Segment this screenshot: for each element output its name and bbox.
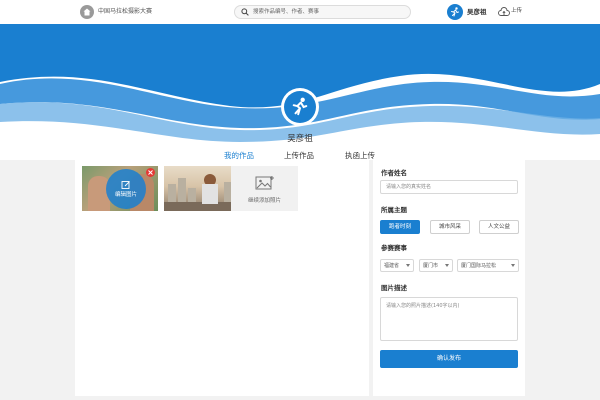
confirm-publish-button[interactable]: 确认发布 [380,350,518,368]
runner-icon [292,97,308,116]
description-textarea[interactable]: 请输入您的照片描述(140字以内) [380,297,518,341]
chevron-down-icon [511,264,515,267]
image-add-icon [255,176,274,190]
upload-link[interactable]: 上传 [498,5,528,19]
profile-banner: 吴彦祖 我的作品 上传作品 执函上传 [0,24,600,160]
search-input[interactable]: 搜索作品编号、作者、赛事 [234,5,411,19]
theme-option-city[interactable]: 城市风采 [430,220,470,234]
author-name-label: 作者姓名 [381,169,407,177]
edit-photo-label: 编辑图片 [114,192,137,198]
search-placeholder: 搜索作品编号、作者、赛事 [253,9,320,15]
chevron-down-icon [406,264,410,267]
upload-label: 上传 [511,8,523,14]
remove-photo-button[interactable] [146,168,155,177]
add-photo-button[interactable]: 继续添加照片 [231,166,298,211]
city-select[interactable]: 厦门市 [419,259,453,272]
author-name-placeholder: 请输入您的真实姓名 [386,184,432,190]
province-value: 福建省 [384,263,400,269]
add-photo-label: 继续添加照片 [247,198,281,204]
theme-label: 所属主题 [381,206,407,214]
cloud-upload-icon [498,7,510,16]
tab-my-works[interactable]: 我的作品 [224,151,254,160]
site-title[interactable]: 中国马拉松摄影大赛 [98,7,152,17]
theme-option-runner[interactable]: 跑者时刻 [380,220,420,234]
edit-icon [121,181,130,189]
photo-thumbnail[interactable] [164,166,240,211]
top-bar: 中国马拉松摄影大赛 搜索作品编号、作者、赛事 吴彦祖 上传 [0,0,600,24]
home-icon[interactable] [80,5,94,19]
user-avatar[interactable] [447,4,463,20]
event-label: 参赛赛事 [381,244,407,252]
photo-gallery: 编辑图片 继续添加照片 [75,160,369,396]
username[interactable]: 吴彦祖 [467,7,487,17]
description-placeholder: 请输入您的照片描述(140字以内) [386,303,460,309]
theme-option-culture[interactable]: 人文公益 [479,220,519,234]
tab-receipt-upload[interactable]: 执函上传 [345,151,375,160]
event-value: 厦门国际马拉松 [461,263,497,269]
profile-name: 吴彦祖 [287,134,313,144]
upload-form: 作者姓名 请输入您的真实姓名 所属主题 跑者时刻 城市风采 人文公益 参赛赛事 … [373,160,525,396]
city-value: 厦门市 [423,263,439,269]
search-icon[interactable] [241,8,249,16]
tab-upload-works[interactable]: 上传作品 [284,151,314,160]
edit-photo-button[interactable]: 编辑图片 [106,169,146,209]
author-name-input[interactable]: 请输入您的真实姓名 [380,180,518,194]
profile-avatar [281,88,319,126]
description-label: 图片描述 [381,284,407,292]
close-icon [148,170,153,175]
event-select[interactable]: 厦门国际马拉松 [457,259,519,272]
province-select[interactable]: 福建省 [380,259,414,272]
chevron-down-icon [445,264,449,267]
runner-icon [451,7,459,17]
